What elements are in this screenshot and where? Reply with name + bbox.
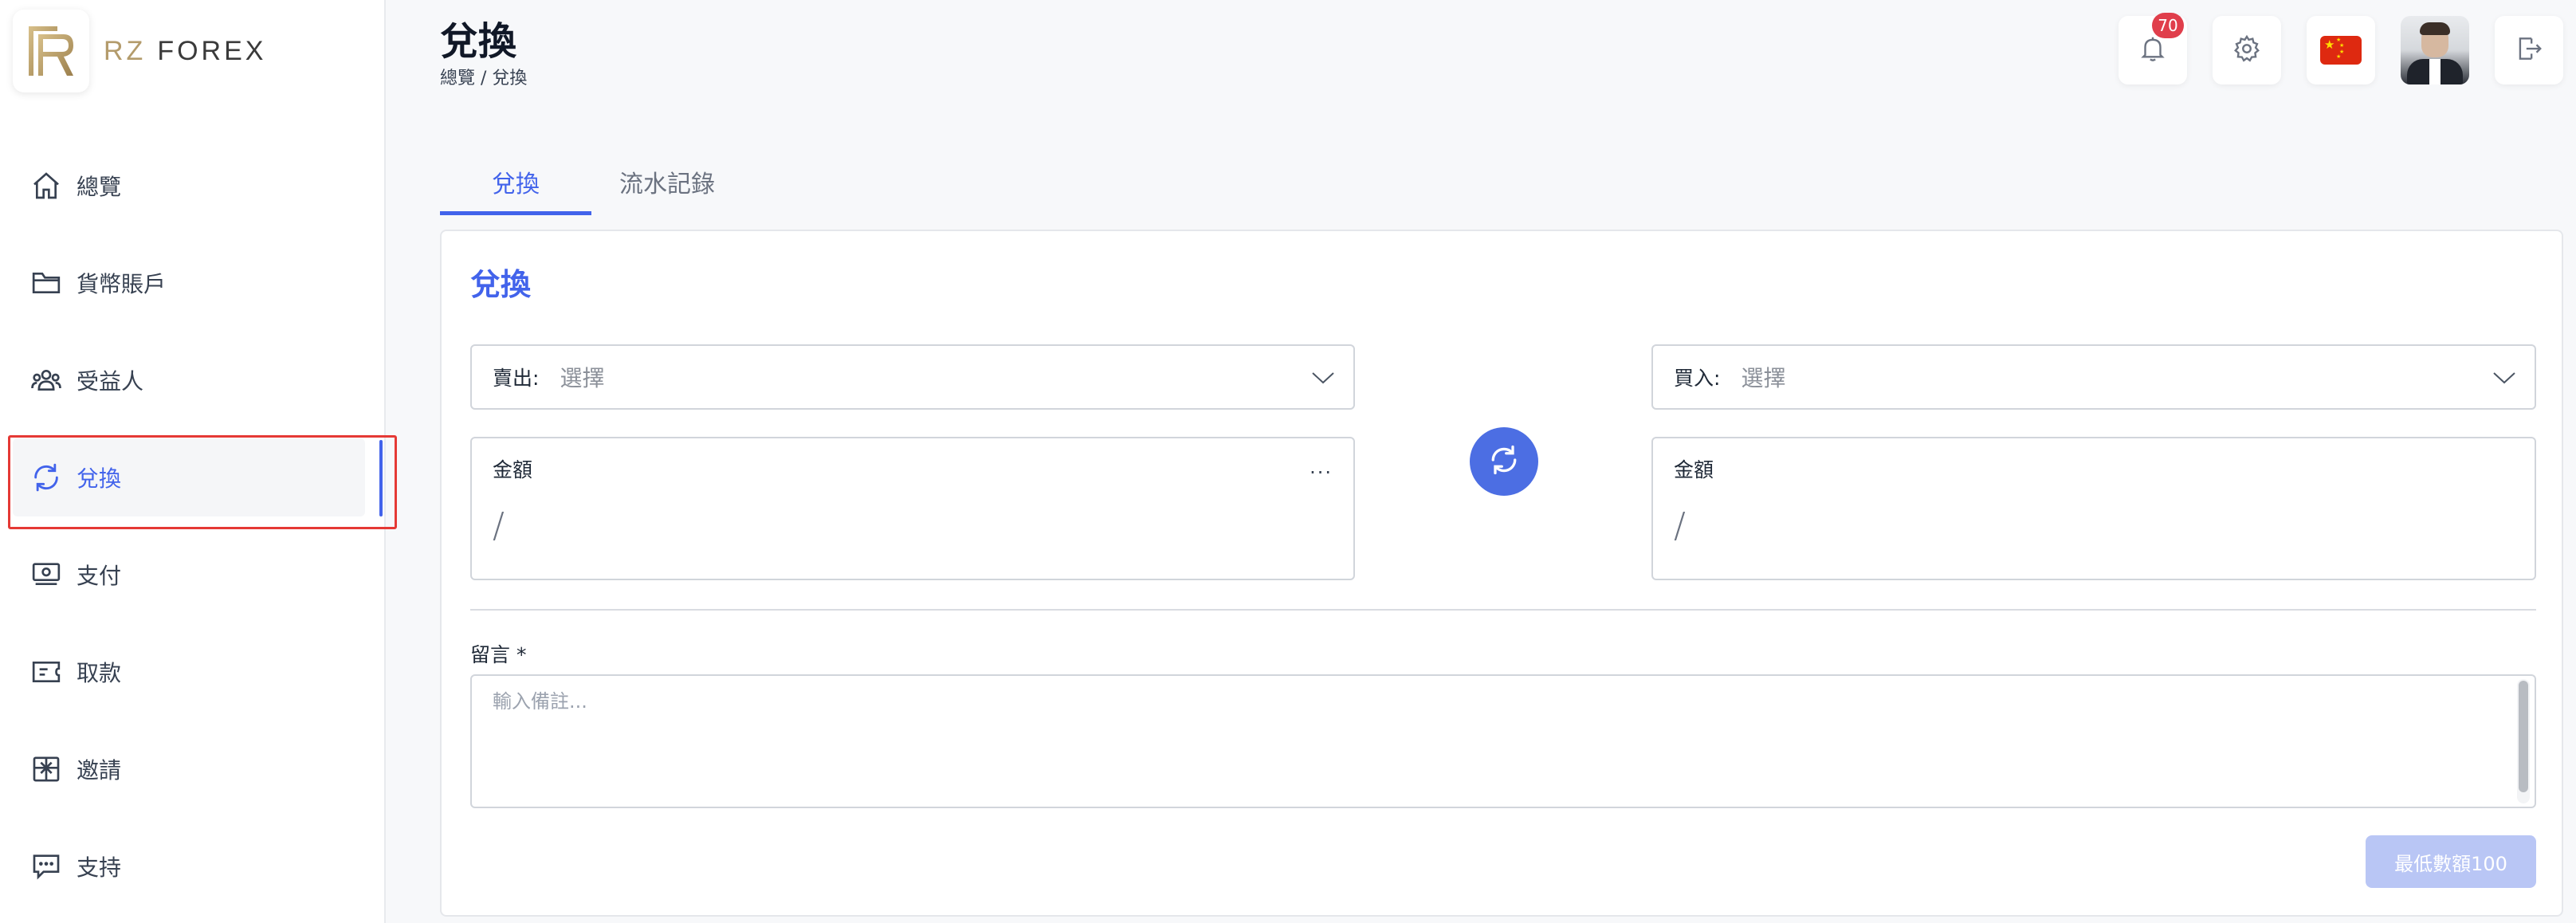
sidebar-item-accounts[interactable]: 貨幣賬戶 — [0, 234, 386, 332]
logo-text: RZ FOREX — [104, 36, 266, 67]
rz-logo-icon — [13, 10, 89, 92]
bell-icon — [2138, 33, 2168, 67]
active-item-highlight-box — [8, 435, 397, 529]
breadcrumb[interactable]: 總覽 / 兌換 — [440, 64, 527, 89]
folder-icon — [29, 265, 64, 300]
more-options-button[interactable]: ... — [1310, 456, 1333, 478]
buy-amount-label: 金額 — [1674, 458, 1714, 481]
sidebar-item-support[interactable]: 支持 — [0, 818, 386, 915]
note-textarea[interactable]: 輸入備註... — [470, 674, 2536, 808]
chat-icon — [29, 849, 64, 884]
notifications-button[interactable]: 70 — [2119, 13, 2187, 84]
sell-amount-value: / — [493, 505, 505, 546]
sell-amount-field[interactable]: 金額 ... / — [470, 437, 1355, 580]
sidebar-item-label: 取款 — [77, 660, 122, 686]
card-title: 兌換 — [470, 267, 532, 302]
tab-history[interactable]: 流水記錄 — [591, 148, 743, 215]
buy-value: 選擇 — [1741, 365, 1786, 391]
sidebar-item-label: 支付 — [77, 563, 122, 589]
language-button[interactable]: ★ ★ ★ ★ ★ — [2307, 16, 2375, 84]
sell-currency-select[interactable]: 賣出: 選擇 — [470, 344, 1355, 410]
logo-prefix: RZ — [104, 35, 147, 66]
refresh-icon — [29, 460, 64, 495]
note-placeholder: 輸入備註... — [493, 690, 587, 713]
note-scrollbar[interactable] — [2517, 679, 2530, 803]
sidebar-item-label: 邀請 — [77, 757, 122, 784]
chevron-down-icon — [1310, 367, 1336, 392]
avatar-button[interactable] — [2401, 16, 2469, 84]
header-actions: 70 ★ ★ ★ ★ ★ — [2119, 13, 2576, 84]
active-indicator-bar — [379, 440, 383, 516]
sidebar-item-label: 貨幣賬戶 — [77, 271, 167, 297]
sidebar-item-label: 支持 — [77, 854, 122, 881]
china-flag-icon: ★ ★ ★ ★ ★ — [2320, 36, 2362, 65]
scrollbar-thumb[interactable] — [2519, 681, 2528, 792]
buy-label: 買入: — [1674, 367, 1721, 390]
logout-icon — [2514, 33, 2544, 67]
sidebar-item-beneficiaries[interactable]: 受益人 — [0, 332, 386, 429]
buy-currency-select[interactable]: 買入: 選擇 — [1651, 344, 2536, 410]
notification-count-badge: 70 — [2152, 13, 2184, 38]
sell-value: 選擇 — [560, 365, 605, 391]
sell-label: 賣出: — [493, 367, 540, 390]
chevron-down-icon — [2492, 367, 2517, 392]
sidebar-nav: 總覽 貨幣賬戶 受益人 兌換 支付 取款 邀請 支持 — [0, 137, 397, 915]
swap-currencies-button[interactable] — [1470, 427, 1538, 496]
buy-amount-value: / — [1674, 505, 1686, 546]
settings-button[interactable] — [2213, 16, 2281, 84]
logo-name: FOREX — [157, 35, 267, 66]
home-icon — [29, 168, 64, 203]
sidebar-item-label: 總覽 — [77, 174, 122, 200]
sidebar: RZ FOREX 總覽 貨幣賬戶 受益人 兌換 支付 取款 邀請 支持 — [0, 0, 397, 923]
page-title: 兌換 — [440, 19, 517, 64]
sidebar-item-invite[interactable]: 邀請 — [0, 721, 386, 818]
avatar — [2401, 16, 2469, 84]
tab-bar: 兌換 流水記錄 — [440, 148, 743, 215]
sidebar-item-withdraw[interactable]: 取款 — [0, 623, 386, 721]
sidebar-item-overview[interactable]: 總覽 — [0, 137, 386, 234]
logo[interactable]: RZ FOREX — [13, 10, 266, 92]
submit-button[interactable]: 最低數額100 — [2366, 835, 2536, 888]
buy-amount-field[interactable]: 金額 / — [1651, 437, 2536, 580]
gear-icon — [2232, 33, 2262, 67]
divider — [470, 609, 2536, 611]
sidebar-item-label: 兌換 — [77, 465, 122, 492]
logout-button[interactable] — [2495, 16, 2563, 84]
tab-exchange[interactable]: 兌換 — [440, 148, 591, 215]
sidebar-item-payment[interactable]: 支付 — [0, 526, 386, 623]
users-icon — [29, 363, 64, 398]
exchange-card: 兌換 賣出: 選擇 買入: 選擇 金額 ... / 金額 / 留言 * 輸入備註… — [440, 230, 2563, 917]
sell-amount-label: 金額 — [493, 458, 533, 481]
sidebar-item-label: 受益人 — [77, 368, 144, 395]
note-label: 留言 * — [470, 643, 527, 666]
swap-icon — [1486, 442, 1522, 481]
cash-icon — [29, 557, 64, 592]
ticket-icon — [29, 654, 64, 689]
gift-icon — [29, 752, 64, 787]
sidebar-item-exchange[interactable]: 兌換 — [0, 429, 397, 529]
